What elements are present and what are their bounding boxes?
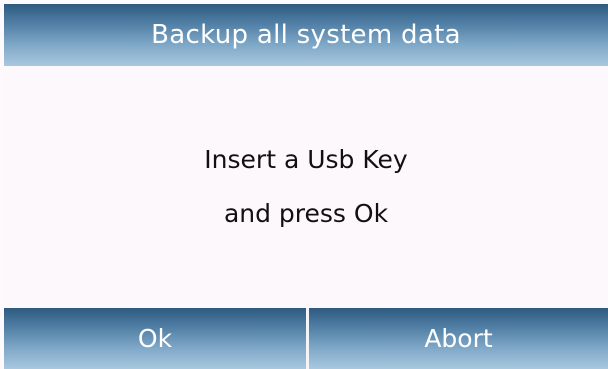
dialog-message: Insert a Usb Key and press Ok — [4, 66, 608, 308]
message-line-1: Insert a Usb Key — [204, 145, 408, 174]
abort-button[interactable]: Abort — [309, 308, 608, 369]
message-line-2: and press Ok — [223, 199, 389, 228]
dialog-title: Backup all system data — [151, 20, 461, 50]
dialog-title-bar: Backup all system data — [4, 4, 608, 66]
backup-dialog: Backup all system data Insert a Usb Key … — [4, 4, 608, 369]
dialog-button-bar: Ok Abort — [4, 308, 608, 369]
ok-button[interactable]: Ok — [4, 308, 309, 369]
